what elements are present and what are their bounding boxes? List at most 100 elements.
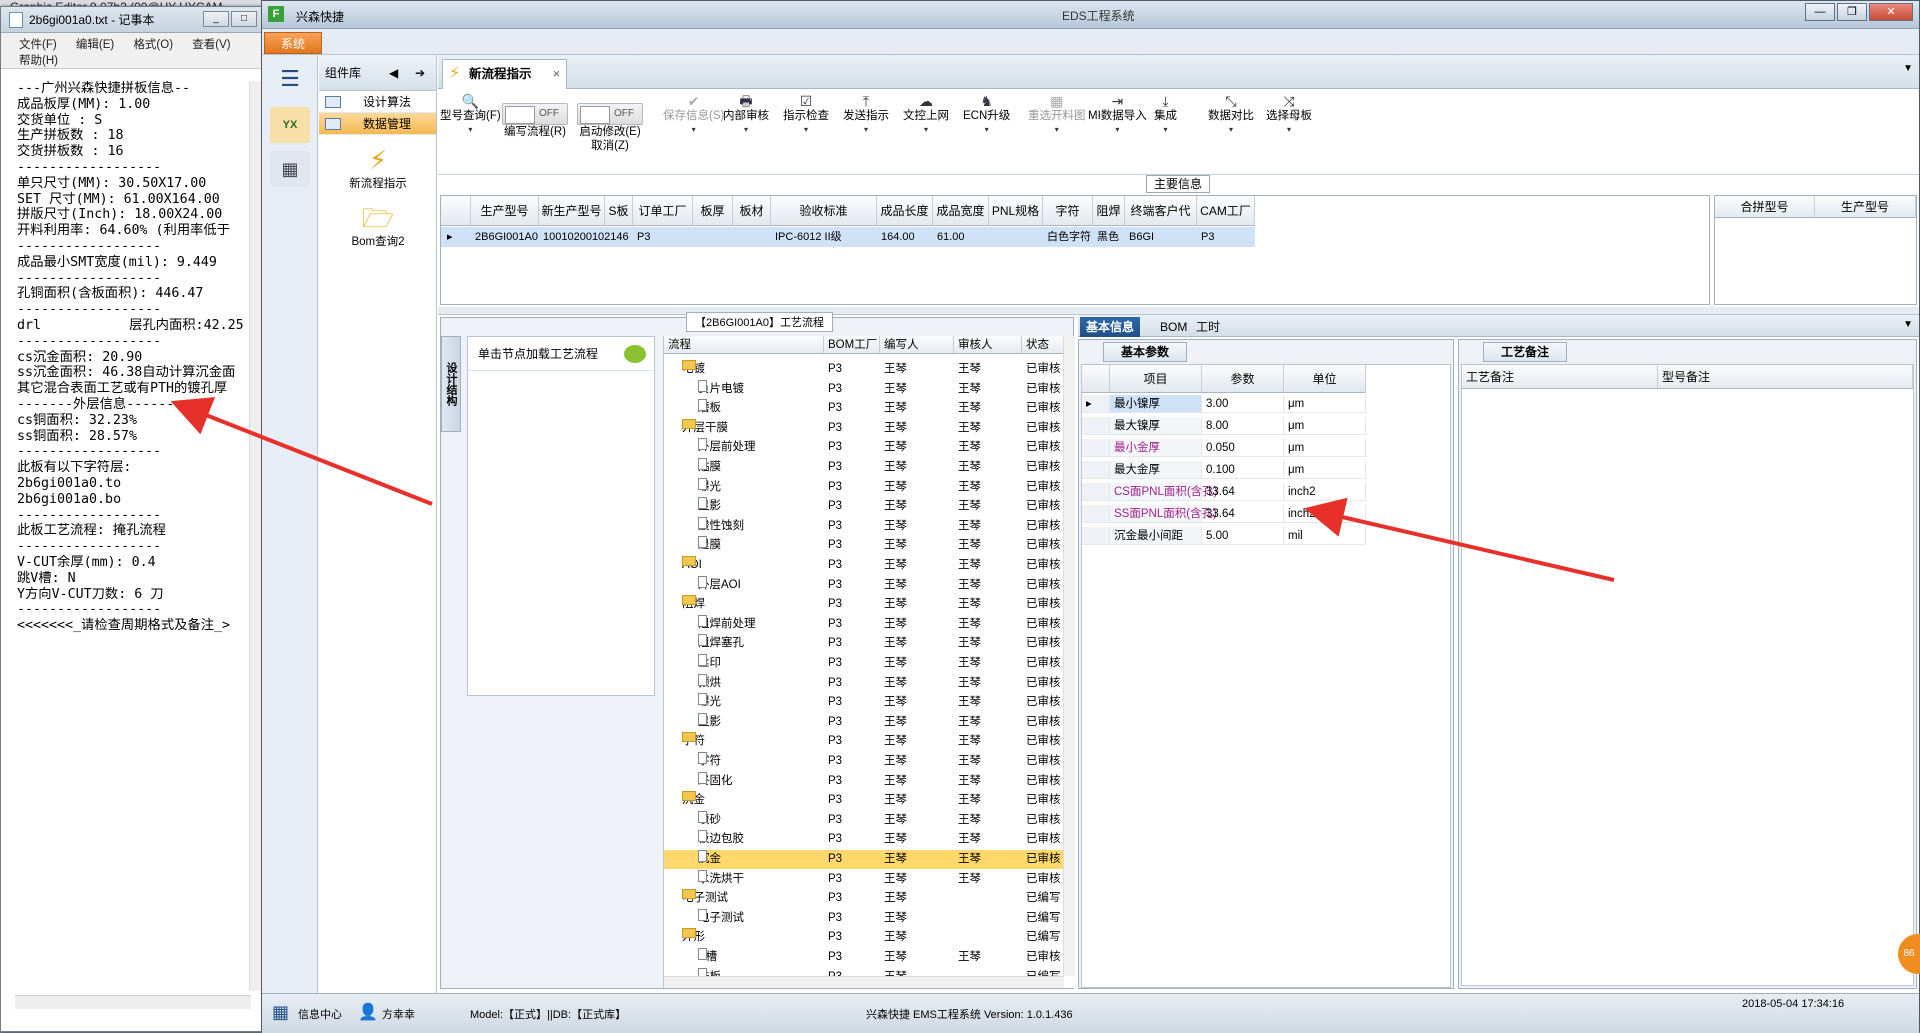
column-header[interactable]: 参数: [1202, 365, 1284, 393]
grid-icon[interactable]: ▦: [272, 1002, 289, 1023]
column-header[interactable]: 成品宽度: [933, 196, 989, 226]
column-header[interactable]: S板: [605, 196, 633, 226]
column-header[interactable]: 板厚: [693, 196, 733, 226]
tree-row[interactable]: 贴膜 P3 王琴 王琴 已审核: [664, 458, 1075, 477]
tree-row[interactable]: −字符 P3 王琴 王琴 已审核: [664, 732, 1075, 751]
ribbon-button-2[interactable]: OFF 启动修改(E) 取消(Z): [577, 103, 643, 153]
tree-row[interactable]: −电子测试 P3 王琴 已编写: [664, 889, 1075, 908]
tree-row[interactable]: 外层AOI P3 王琴 王琴 已审核: [664, 575, 1075, 595]
tree-row[interactable]: 丝印 P3 王琴 王琴 已审核: [664, 654, 1075, 673]
tree-row[interactable]: 电子测试 P3 王琴 已编写: [664, 908, 1075, 928]
column-header[interactable]: 验收标准: [771, 196, 877, 226]
column-header[interactable]: 字符: [1043, 196, 1093, 226]
tree-vertical-scrollbar[interactable]: [1063, 336, 1075, 976]
tree-row[interactable]: 曝光 P3 王琴 王琴 已审核: [664, 693, 1075, 712]
tree-row[interactable]: 阻焊塞孔 P3 王琴 王琴 已审核: [664, 634, 1075, 653]
ribbon-button-0[interactable]: 🔍 型号查询(F) ▾: [440, 93, 501, 137]
column-header[interactable]: 项目: [1110, 365, 1202, 393]
tree-row[interactable]: 喷砂 P3 王琴 王琴 已审核: [664, 810, 1075, 830]
menu-file[interactable]: 文件(F): [19, 39, 57, 51]
param-row[interactable]: CS面PNL面积(含孔) 33.64 inch2: [1082, 483, 1430, 501]
tab-design-structure[interactable]: 设计结构: [441, 336, 461, 432]
column-header[interactable]: 板材: [733, 196, 771, 226]
ribbon-button-6[interactable]: ⤒ 发送指示 ▾: [843, 93, 889, 137]
ribbon-button-11[interactable]: ⤓ 集成 ▾: [1154, 93, 1177, 137]
tree-row[interactable]: 负片电镀 P3 王琴 王琴 已审核: [664, 379, 1075, 399]
main-titlebar[interactable]: F 兴森快捷 EDS工程系统 — ❐ ✕: [262, 1, 1919, 29]
ribbon-button-12[interactable]: ⤡ 数据对比 ▾: [1208, 93, 1254, 137]
tree-row[interactable]: 终固化 P3 王琴 王琴 已审核: [664, 771, 1075, 791]
tree-row[interactable]: 沉金 P3 王琴 王琴 已审核: [664, 850, 1075, 869]
ribbon-button-8[interactable]: ♞ ECN升级 ▾: [963, 93, 1010, 137]
notepad-vertical-scrollbar[interactable]: [249, 81, 261, 991]
column-header[interactable]: 合拼型号: [1715, 196, 1815, 218]
column-header[interactable]: BOM工厂: [824, 336, 880, 354]
tree-row[interactable]: −AOI P3 王琴 王琴 已审核: [664, 556, 1075, 575]
calculator-icon[interactable]: ▦: [270, 151, 310, 187]
process-note-header[interactable]: 工艺备注: [1462, 365, 1658, 389]
tree-row[interactable]: 酸性蚀刻 P3 王琴 王琴 已审核: [664, 516, 1075, 536]
ribbon-button-9[interactable]: ▦ 重选开料图 ▾: [1028, 93, 1086, 137]
toggle-switch[interactable]: OFF: [502, 103, 568, 125]
pin-arrow-icon[interactable]: ➔: [415, 55, 425, 91]
param-row[interactable]: 最大镍厚 8.00 μm: [1082, 417, 1430, 435]
param-row[interactable]: SS面PNL面积(含孔) 33.64 inch2: [1082, 505, 1430, 523]
tree-row[interactable]: −外形 P3 王琴 已编写: [664, 928, 1075, 947]
chat-bubble-icon[interactable]: [624, 345, 646, 363]
table-row[interactable]: ▸ 2B6GI001A0 10010200102146 P3 IPC-6012 II级 1…: [441, 227, 1255, 247]
tree-row[interactable]: 字符 P3 王琴 王琴 已审核: [664, 752, 1075, 771]
detail-tabs-dropdown-icon[interactable]: ▼: [1903, 319, 1913, 330]
close-tab-icon[interactable]: ×: [553, 60, 560, 88]
tree-row[interactable]: 退膜 P3 王琴 王琴 已审核: [664, 536, 1075, 555]
ribbon-button-10[interactable]: ⇥ MI数据导入 ▾: [1088, 93, 1147, 137]
ribbon-button-13[interactable]: ⤨ 选择母板 ▾: [1266, 93, 1312, 137]
collapse-arrow-icon[interactable]: ◀: [389, 55, 398, 91]
column-header[interactable]: 审核人: [954, 336, 1022, 354]
info-center[interactable]: 信息中心: [298, 1006, 342, 1022]
tree-horizontal-scrollbar[interactable]: [664, 976, 1064, 988]
tree-row[interactable]: −阻焊 P3 王琴 王琴 已审核: [664, 595, 1075, 614]
ribbon-button-4[interactable]: 🖶 内部审核 ▾: [723, 93, 769, 137]
tree-row[interactable]: V槽 P3 王琴 王琴 已审核: [664, 948, 1075, 967]
tree-row[interactable]: 外层前处理 P3 王琴 王琴 已审核: [664, 438, 1075, 457]
column-header[interactable]: 单位: [1284, 365, 1366, 393]
system-tab[interactable]: 系统: [264, 32, 322, 54]
new-flow-instruction-item[interactable]: ⚡ 新流程指示: [319, 145, 437, 191]
toggle-switch[interactable]: OFF: [577, 103, 643, 125]
ribbon-button-7[interactable]: ☁ 文控上网 ▾: [903, 93, 949, 137]
horizontal-splitter[interactable]: [438, 307, 1919, 315]
column-header[interactable]: 生产型号: [1815, 196, 1916, 218]
column-header[interactable]: 订单工厂: [633, 196, 693, 226]
close-button[interactable]: ✕: [1869, 3, 1913, 21]
tree-row[interactable]: −外层干膜 P3 王琴 王琴 已审核: [664, 418, 1075, 438]
column-header[interactable]: 新生产型号: [539, 196, 605, 226]
column-header[interactable]: 阻焊: [1093, 196, 1125, 226]
tabs-dropdown-icon[interactable]: ▼: [1903, 63, 1913, 74]
column-header[interactable]: 成品长度: [877, 196, 933, 226]
notepad-titlebar[interactable]: 2b6gi001a0.txt - 记事本 _ □: [1, 7, 261, 33]
notepad-text-area[interactable]: ---广州兴森快捷拼板信息-- 成品板厚(MM): 1.00 交货单位 : S 生产拼…: [17, 81, 261, 1001]
yx-module-icon[interactable]: YX: [270, 107, 310, 143]
tree-row[interactable]: 预烘 P3 王琴 王琴 已审核: [664, 673, 1075, 693]
menu-view[interactable]: 查看(V): [192, 39, 230, 51]
minimize-button[interactable]: —: [1805, 3, 1835, 21]
component-design-algo[interactable]: 设计算法: [319, 91, 436, 113]
tab-work-hours[interactable]: 工时: [1190, 317, 1226, 337]
tree-row[interactable]: 板边包胶 P3 王琴 王琴 已审核: [664, 830, 1075, 849]
column-header[interactable]: 流程: [664, 336, 824, 354]
model-note-header[interactable]: 型号备注: [1658, 365, 1913, 389]
param-row[interactable]: 最大金厚 0.100 μm: [1082, 461, 1430, 479]
param-row[interactable]: 最小金厚 0.050 μm: [1082, 439, 1430, 457]
ribbon-button-3[interactable]: ✔ 保存信息(S) ▾: [663, 93, 724, 137]
tree-row[interactable]: 曝光 P3 王琴 王琴 已审核: [664, 477, 1075, 497]
column-header[interactable]: 终端客户代码: [1125, 196, 1197, 248]
tab-basic-info[interactable]: 基本信息: [1080, 317, 1141, 337]
column-header[interactable]: PNL规格: [989, 196, 1043, 226]
notepad-horizontal-scrollbar[interactable]: [15, 995, 251, 1009]
column-header[interactable]: CAM工厂: [1197, 196, 1255, 226]
param-row[interactable]: 沉金最小间距 5.00 mil: [1082, 527, 1430, 545]
tree-row[interactable]: −沉金 P3 王琴 王琴 已审核: [664, 791, 1075, 810]
param-row[interactable]: ▸ 最小镍厚 3.00 μm: [1082, 395, 1430, 413]
tree-row[interactable]: 显影 P3 王琴 王琴 已审核: [664, 712, 1075, 732]
tab-new-flow-instruction[interactable]: ⚡ 新流程指示 ×: [442, 59, 567, 89]
